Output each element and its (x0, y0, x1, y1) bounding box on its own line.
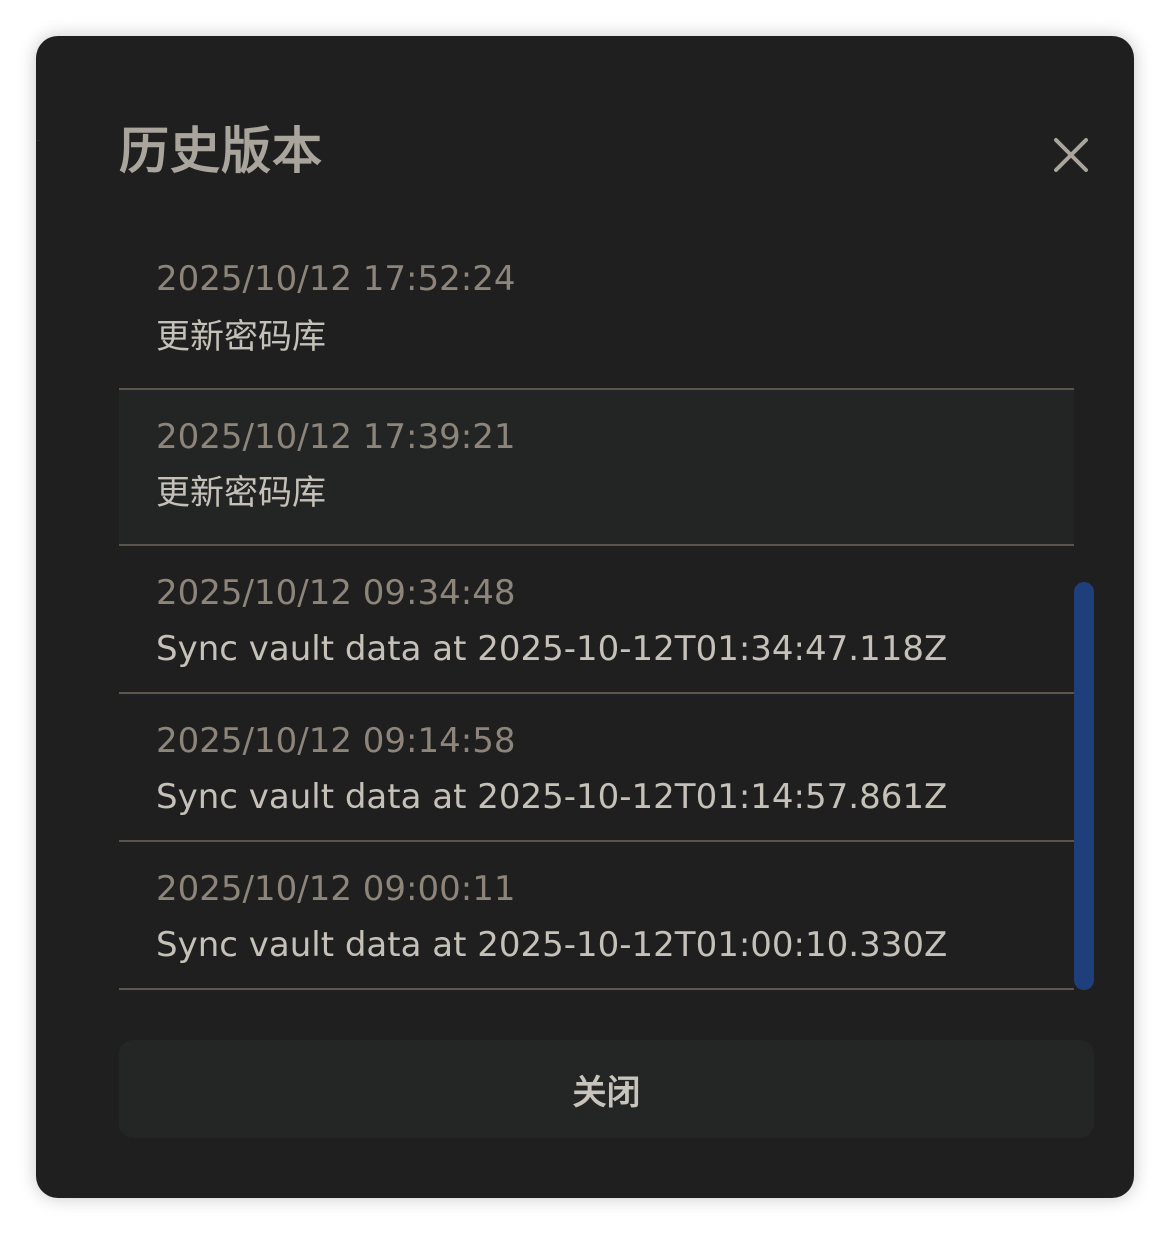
history-dialog: 历史版本 2025/10/12 17:52:24 更新密码库 2025/10/1… (36, 36, 1134, 1198)
version-message: Sync vault data at 2025-10-12T01:14:57.8… (156, 777, 948, 817)
version-list: 2025/10/12 17:52:24 更新密码库 2025/10/12 17:… (119, 234, 1074, 990)
version-message: 更新密码库 (156, 317, 326, 357)
version-item[interactable]: 2025/10/12 09:00:11 Sync vault data at 2… (119, 842, 1074, 990)
close-button[interactable]: 关闭 (119, 1040, 1094, 1138)
version-message: Sync vault data at 2025-10-12T01:00:10.3… (156, 925, 948, 965)
version-item[interactable]: 2025/10/12 17:52:24 更新密码库 (119, 234, 1074, 390)
version-time: 2025/10/12 17:52:24 (156, 259, 516, 299)
version-item[interactable]: 2025/10/12 09:34:48 Sync vault data at 2… (119, 546, 1074, 694)
version-time: 2025/10/12 09:14:58 (156, 721, 516, 761)
version-time: 2025/10/12 09:00:11 (156, 869, 516, 909)
divider (36, 140, 40, 141)
version-time: 2025/10/12 09:34:48 (156, 573, 516, 613)
version-item[interactable]: 2025/10/12 09:14:58 Sync vault data at 2… (119, 694, 1074, 842)
version-time: 2025/10/12 17:39:21 (156, 417, 516, 457)
version-message: Sync vault data at 2025-10-12T01:34:47.1… (156, 629, 948, 669)
dialog-title: 历史版本 (119, 122, 323, 180)
version-item[interactable]: 2025/10/12 17:39:21 更新密码库 (119, 390, 1074, 546)
scrollbar-thumb[interactable] (1074, 582, 1094, 990)
close-icon-glyph (1054, 138, 1088, 172)
close-icon[interactable] (1052, 136, 1092, 176)
version-message: 更新密码库 (156, 473, 326, 513)
